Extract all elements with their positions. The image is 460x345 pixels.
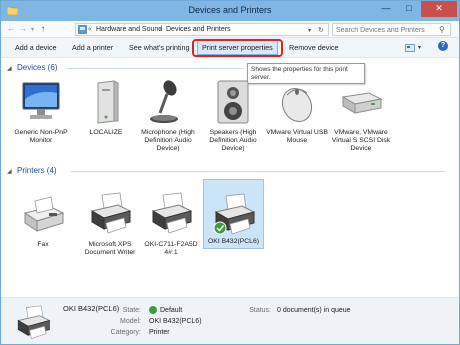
printer-icon: [151, 192, 193, 234]
forward-arrow-icon[interactable]: →: [19, 24, 27, 33]
view-dropdown-icon[interactable]: ▾: [418, 44, 421, 51]
device-usb-mouse[interactable]: VMware Virtual USB Mouse: [265, 79, 329, 159]
up-arrow-icon[interactable]: ↑: [41, 24, 45, 33]
search-icon[interactable]: ⚲: [439, 25, 445, 34]
devices-group-header[interactable]: Devices (6): [17, 63, 57, 72]
printer-oki-b432[interactable]: OKI B432(PCL6): [203, 179, 264, 249]
model-label: Model:: [119, 318, 141, 325]
address-box[interactable]: « Hardware and Sound › Devices and Print…: [75, 23, 329, 36]
device-microphone[interactable]: Microphone (High Definition Audio Device…: [137, 79, 199, 169]
default-check-icon: [149, 306, 157, 314]
devices-and-printers-window: Devices and Printers — □ ✕ ← → ▾ ↑ « Har…: [0, 0, 460, 345]
status-label: Status:: [249, 307, 271, 314]
maximize-button[interactable]: □: [398, 1, 420, 17]
printers-group-divider: [71, 171, 445, 172]
printer-icon: [90, 192, 132, 234]
minimize-button[interactable]: —: [375, 1, 397, 17]
printer-label: OKI B432(PCL6): [208, 238, 259, 245]
printer-label: OKI-C711-F2A5D 4#:1: [144, 241, 198, 256]
model-value: OKI B432(PCL6): [149, 318, 202, 325]
device-scsi-disk[interactable]: VMware, VMware Virtual S SCSI Disk Devic…: [329, 79, 393, 169]
device-label: LOCALIZE: [89, 129, 123, 136]
speaker-icon: [217, 80, 249, 124]
fax-icon: [23, 196, 65, 232]
printer-microsoft-xps[interactable]: Microsoft XPS Document Writer: [79, 191, 141, 263]
category-value: Printer: [149, 329, 170, 336]
printer-label: Microsoft XPS Document Writer: [84, 241, 136, 256]
printer-label: Fax: [37, 241, 49, 248]
device-localize[interactable]: LOCALIZE: [79, 79, 133, 151]
view-options-icon[interactable]: [405, 44, 415, 52]
printer-default-icon: [213, 193, 255, 235]
device-generic-monitor[interactable]: Generic Non-PnP Monitor: [9, 79, 73, 151]
title-bar: Devices and Printers — □ ✕: [1, 1, 459, 21]
back-arrow-icon[interactable]: ←: [7, 24, 15, 33]
address-bar: ← → ▾ ↑ « Hardware and Sound › Devices a…: [1, 21, 459, 38]
search-box[interactable]: ⚲: [332, 23, 451, 36]
device-speakers[interactable]: Speakers (High Definition Audio Device): [201, 79, 265, 169]
refresh-icon[interactable]: ↻: [318, 26, 324, 34]
category-label: Category:: [110, 329, 141, 336]
state-value: Default: [160, 307, 183, 314]
state-label: State:: [122, 307, 141, 314]
devices-group-divider: [67, 68, 243, 69]
help-icon[interactable]: ?: [438, 41, 448, 51]
remove-device-button[interactable]: Remove device: [289, 43, 339, 52]
add-printer-button[interactable]: Add a printer: [72, 43, 113, 52]
device-label: Microphone (High Definition Audio Device…: [141, 129, 195, 152]
details-pane: OKI B432(PCL6) State: Default Model: OKI…: [1, 297, 459, 344]
breadcrumb-hardware-and-sound[interactable]: Hardware and Sound: [96, 26, 162, 33]
device-label: VMware Virtual USB Mouse: [266, 129, 328, 144]
see-whats-printing-button[interactable]: See what's printing: [129, 43, 190, 52]
microphone-icon: [150, 80, 178, 123]
breadcrumb-devices-and-printers[interactable]: Devices and Printers: [166, 26, 231, 33]
disk-drive-icon: [341, 92, 383, 114]
collapse-devices-icon[interactable]: ◢: [7, 65, 12, 72]
printer-oki-c711[interactable]: OKI-C711-F2A5D 4#:1: [141, 191, 201, 263]
control-panel-icon: [78, 25, 87, 34]
highlight-annotation-ring: [192, 39, 283, 57]
device-label: Speakers (High Definition Audio Device): [209, 129, 257, 152]
device-label: VMware, VMware Virtual S SCSI Disk Devic…: [331, 129, 391, 152]
address-dropdown-icon[interactable]: ▾: [308, 27, 311, 34]
recent-locations-icon[interactable]: ▾: [31, 26, 34, 33]
collapse-printers-icon[interactable]: ◢: [7, 168, 12, 175]
breadcrumb-separator-icon: ›: [159, 26, 162, 33]
mouse-icon: [281, 87, 313, 123]
status-value: 0 document(s) in queue: [277, 307, 351, 314]
computer-tower-icon: [97, 80, 119, 124]
add-device-button[interactable]: Add a device: [15, 43, 57, 52]
printer-fax[interactable]: Fax: [13, 191, 73, 255]
search-input[interactable]: [336, 25, 436, 35]
monitor-icon: [22, 82, 60, 119]
device-label: Generic Non-PnP Monitor: [14, 129, 68, 144]
selected-printer-icon: [17, 305, 51, 339]
close-button[interactable]: ✕: [421, 1, 457, 17]
history-chevron-icon: «: [88, 26, 92, 33]
printers-group-header[interactable]: Printers (4): [17, 166, 57, 175]
